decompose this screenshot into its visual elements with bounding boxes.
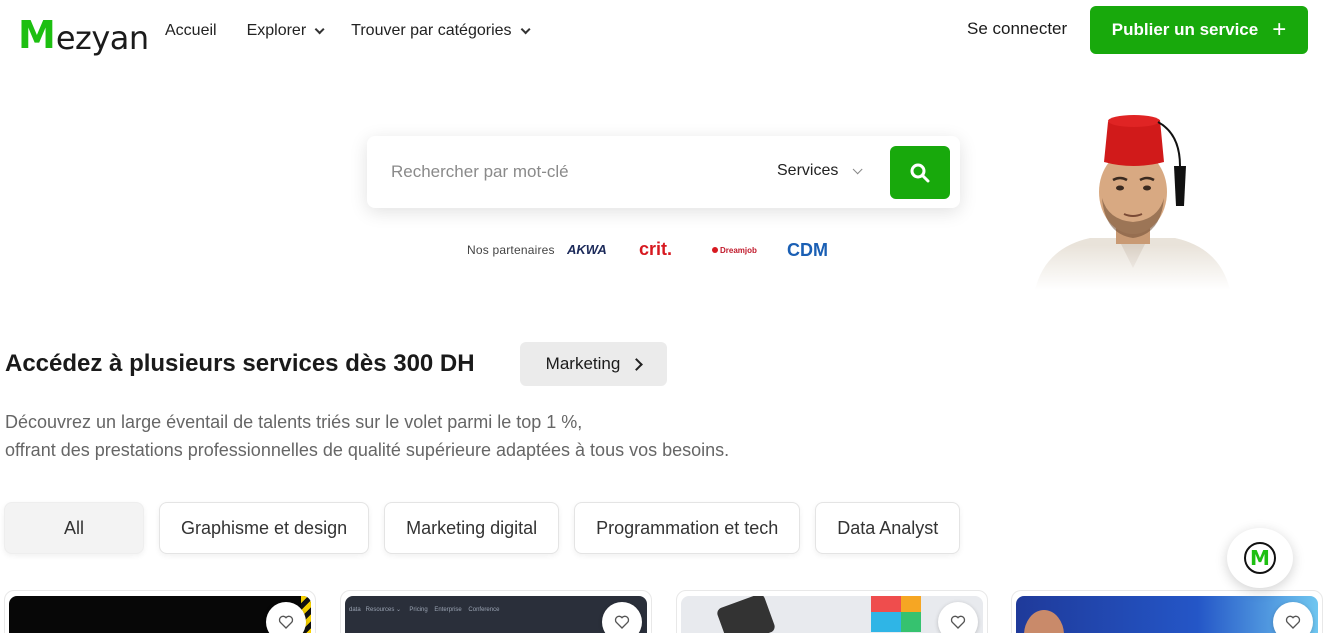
section-title: Accédez à plusieurs services dès 300 DH [5,350,475,377]
filter-programmation-tech[interactable]: Programmation et tech [574,502,801,554]
category-chip-label: Marketing [545,354,621,373]
nav-explore[interactable]: Explorer [246,20,325,42]
thumbnail-nav-text: data Resources ⌄ Pricing Enterprise Conf… [349,607,500,613]
hero-person-image [1030,110,1235,290]
category-chip-marketing[interactable]: Marketing [520,342,667,386]
search-button[interactable] [890,146,950,199]
nav-home[interactable]: Accueil [165,20,217,42]
chevron-down-icon [314,23,325,34]
search-icon [910,163,930,182]
heart-icon [278,615,294,629]
mezyan-logo[interactable]: M ezyan [18,8,149,54]
svg-text:Dreamjob: Dreamjob [720,246,757,255]
search-type-select[interactable]: Services [777,162,863,180]
publish-service-button[interactable]: Publier un service + [1090,6,1308,54]
publish-label: Publier un service [1111,20,1259,39]
nav-categories-label: Trouver par catégories [351,22,512,39]
logo-text: ezyan [55,19,149,57]
nav-home-label: Accueil [165,22,217,39]
logo-m: M [18,13,56,57]
page: M ezyan Accueil Explorer Trouver par cat… [0,0,1324,633]
svg-text:M: M [1250,546,1270,570]
mezyan-chat-icon: M [1244,542,1276,574]
service-card[interactable]: data Resources ⌄ Pricing Enterprise Conf… [340,590,652,633]
plus-icon: + [1272,16,1287,43]
service-card-thumbnail: data Resources ⌄ Pricing Enterprise Conf… [345,596,647,633]
partners-label: Nos partenaires [467,243,555,257]
partner-logo-akwa: AKWA [567,242,607,257]
search-type-label: Services [777,162,839,179]
nav-explore-label: Explorer [246,22,307,39]
filter-marketing-digital[interactable]: Marketing digital [384,502,560,554]
description-line-2: offrant des prestations professionnelles… [5,440,730,460]
svg-text:CDM: CDM [787,240,828,260]
service-card[interactable] [1011,590,1323,633]
svg-text:crit.: crit. [639,240,672,259]
svg-text:AKWA: AKWA [567,242,607,257]
heart-icon [614,615,630,629]
service-card-thumbnail [9,596,311,633]
service-card-thumbnail [681,596,983,633]
partners-row: Nos partenaires AKWA crit. Dreamjob CDM [467,240,847,260]
heart-icon [950,615,966,629]
search-input[interactable] [391,162,751,182]
filter-data-analyst[interactable]: Data Analyst [815,502,961,554]
chevron-right-icon [630,357,644,371]
search-box: Services [367,136,960,208]
nav-categories[interactable]: Trouver par catégories [351,20,531,42]
login-link[interactable]: Se connecter [967,19,1067,39]
filter-all[interactable]: All [4,502,144,554]
partner-logo-crit: crit. [639,240,672,259]
chevron-down-icon [520,23,531,34]
service-card[interactable] [676,590,988,633]
main-nav: Accueil Explorer Trouver par catégories [165,20,557,42]
service-card-thumbnail [1016,596,1318,633]
chevron-down-icon [853,163,863,174]
section-description: Découvrez un large éventail de talents t… [5,408,729,464]
partner-logo-dreamjob: Dreamjob [711,246,757,255]
heart-icon [1285,615,1301,629]
description-line-1: Découvrez un large éventail de talents t… [5,412,583,432]
category-filters: All Graphisme et design Marketing digita… [4,502,975,554]
chat-button[interactable]: M [1227,528,1293,588]
service-card[interactable] [4,590,316,633]
partner-logo-cdm: CDM [787,240,828,260]
filter-graphisme-design[interactable]: Graphisme et design [159,502,370,554]
